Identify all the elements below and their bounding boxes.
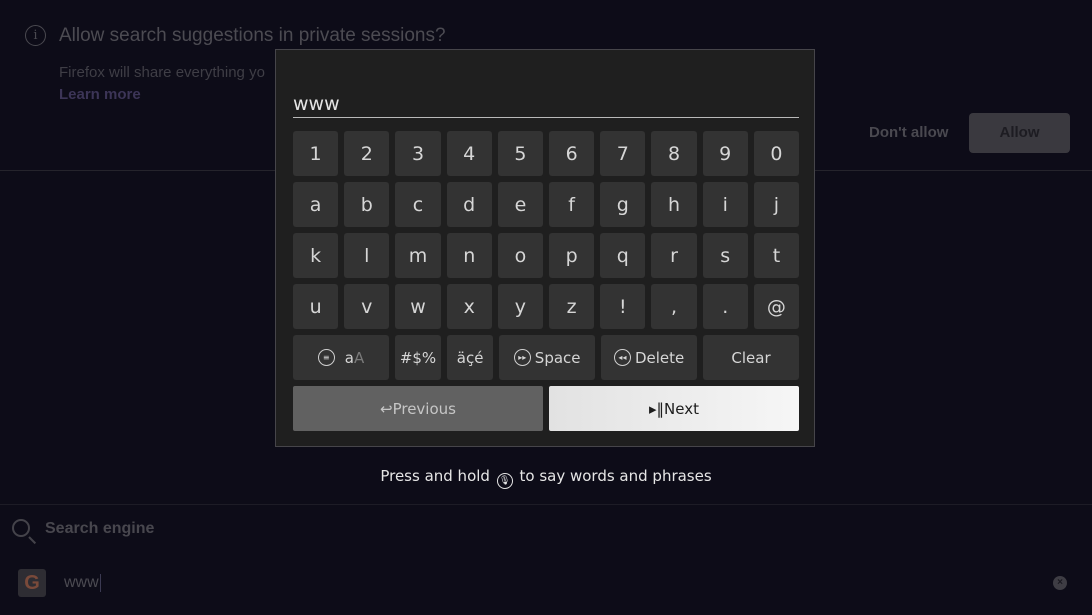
clear-key[interactable]: Clear [703, 335, 799, 380]
voice-hint-before: Press and hold [380, 467, 490, 485]
key[interactable]: j [753, 182, 800, 227]
key[interactable]: 2 [344, 131, 390, 176]
space-label: Space [534, 348, 581, 367]
key[interactable]: k [293, 233, 339, 278]
key[interactable]: c [395, 182, 441, 227]
microphone-icon: 🎙︎ [496, 473, 513, 489]
number-row: 1 2 3 4 5 6 7 8 9 0 [293, 131, 800, 176]
delete-label: Delete [634, 348, 685, 367]
allow-button[interactable]: Allow [969, 113, 1070, 153]
menu-icon: ≡ [317, 349, 335, 366]
key[interactable]: , [651, 284, 697, 329]
key[interactable]: @ [753, 284, 800, 329]
keyboard-text-field[interactable]: www [293, 92, 799, 118]
key[interactable]: 4 [446, 131, 492, 176]
key[interactable]: q [600, 233, 646, 278]
url-input-value: www [64, 574, 99, 592]
key[interactable]: ! [600, 284, 646, 329]
key[interactable]: m [395, 233, 441, 278]
rewind-icon: ◂◂ [613, 349, 631, 366]
key[interactable]: x [446, 284, 492, 329]
function-row: ≡ aA #$% äçé ▸▸ Space ◂◂ Delete Clear [293, 335, 799, 380]
key[interactable]: l [344, 233, 390, 278]
key[interactable]: d [446, 182, 492, 227]
key[interactable]: 7 [600, 131, 646, 176]
key[interactable]: . [702, 284, 748, 329]
next-button[interactable]: ▸‖ Next [549, 386, 799, 431]
case-toggle-key[interactable]: ≡ aA [293, 335, 389, 380]
key[interactable]: o [497, 233, 544, 278]
prompt-title: Allow search suggestions in private sess… [59, 25, 446, 46]
learn-more-link[interactable]: Learn more [59, 86, 141, 103]
text-caret [99, 574, 101, 592]
accents-key[interactable]: äçé [447, 335, 494, 380]
clear-input-icon[interactable]: × [1053, 576, 1067, 590]
key[interactable]: 3 [395, 131, 441, 176]
info-icon: i [25, 25, 46, 46]
key[interactable]: f [549, 182, 595, 227]
key[interactable]: v [344, 284, 390, 329]
key[interactable]: 8 [651, 131, 697, 176]
key[interactable]: 1 [293, 131, 339, 176]
key[interactable]: s [702, 233, 748, 278]
on-screen-keyboard: www 1 2 3 4 5 6 7 8 9 0 a b c d e f g h … [275, 49, 815, 447]
key[interactable]: e [497, 182, 544, 227]
key[interactable]: r [651, 233, 697, 278]
previous-label: Previous [392, 399, 456, 418]
previous-button[interactable]: ↩ Previous [293, 386, 543, 431]
letter-row-1: a b c d e f g h i j [293, 182, 800, 227]
key[interactable]: i [702, 182, 748, 227]
voice-hint-after: to say words and phrases [519, 467, 712, 485]
key[interactable]: 6 [549, 131, 595, 176]
key[interactable]: n [446, 233, 492, 278]
keyboard-keys: 1 2 3 4 5 6 7 8 9 0 a b c d e f g h i j … [293, 131, 800, 431]
search-icon [12, 519, 30, 537]
voice-hint: Press and hold 🎙︎ to say words and phras… [0, 467, 1092, 489]
dont-allow-button[interactable]: Don't allow [869, 124, 948, 141]
key[interactable]: 5 [497, 131, 544, 176]
back-icon: ↩ [380, 399, 393, 418]
fast-forward-icon: ▸▸ [513, 349, 531, 366]
google-icon[interactable]: G [18, 569, 46, 597]
letter-row-2: k l m n o p q r s t [293, 233, 800, 278]
symbols-key[interactable]: #$% [394, 335, 442, 380]
letter-row-3: u v w x y z ! , . @ [293, 284, 800, 329]
key[interactable]: 9 [702, 131, 748, 176]
key[interactable]: z [549, 284, 595, 329]
next-label: Next [664, 399, 699, 418]
key[interactable]: w [395, 284, 441, 329]
key[interactable]: 0 [753, 131, 800, 176]
key[interactable]: p [549, 233, 595, 278]
key[interactable]: b [344, 182, 390, 227]
search-engine-label: Search engine [45, 520, 155, 537]
play-pause-icon: ▸‖ [649, 399, 665, 418]
key[interactable]: t [753, 233, 800, 278]
url-input[interactable]: www [64, 574, 101, 592]
space-key[interactable]: ▸▸ Space [499, 335, 596, 380]
search-engine-section: Search engine G www × [0, 504, 1092, 615]
key[interactable]: g [600, 182, 646, 227]
navigation-row: ↩ Previous ▸‖ Next [293, 386, 799, 431]
key[interactable]: h [651, 182, 697, 227]
key[interactable]: y [497, 284, 544, 329]
case-upper: A [353, 348, 365, 367]
prompt-body: Firefox will share everything yo [59, 64, 265, 81]
key[interactable]: u [293, 284, 339, 329]
delete-key[interactable]: ◂◂ Delete [601, 335, 698, 380]
case-lower: a [344, 348, 354, 367]
key[interactable]: a [293, 182, 339, 227]
